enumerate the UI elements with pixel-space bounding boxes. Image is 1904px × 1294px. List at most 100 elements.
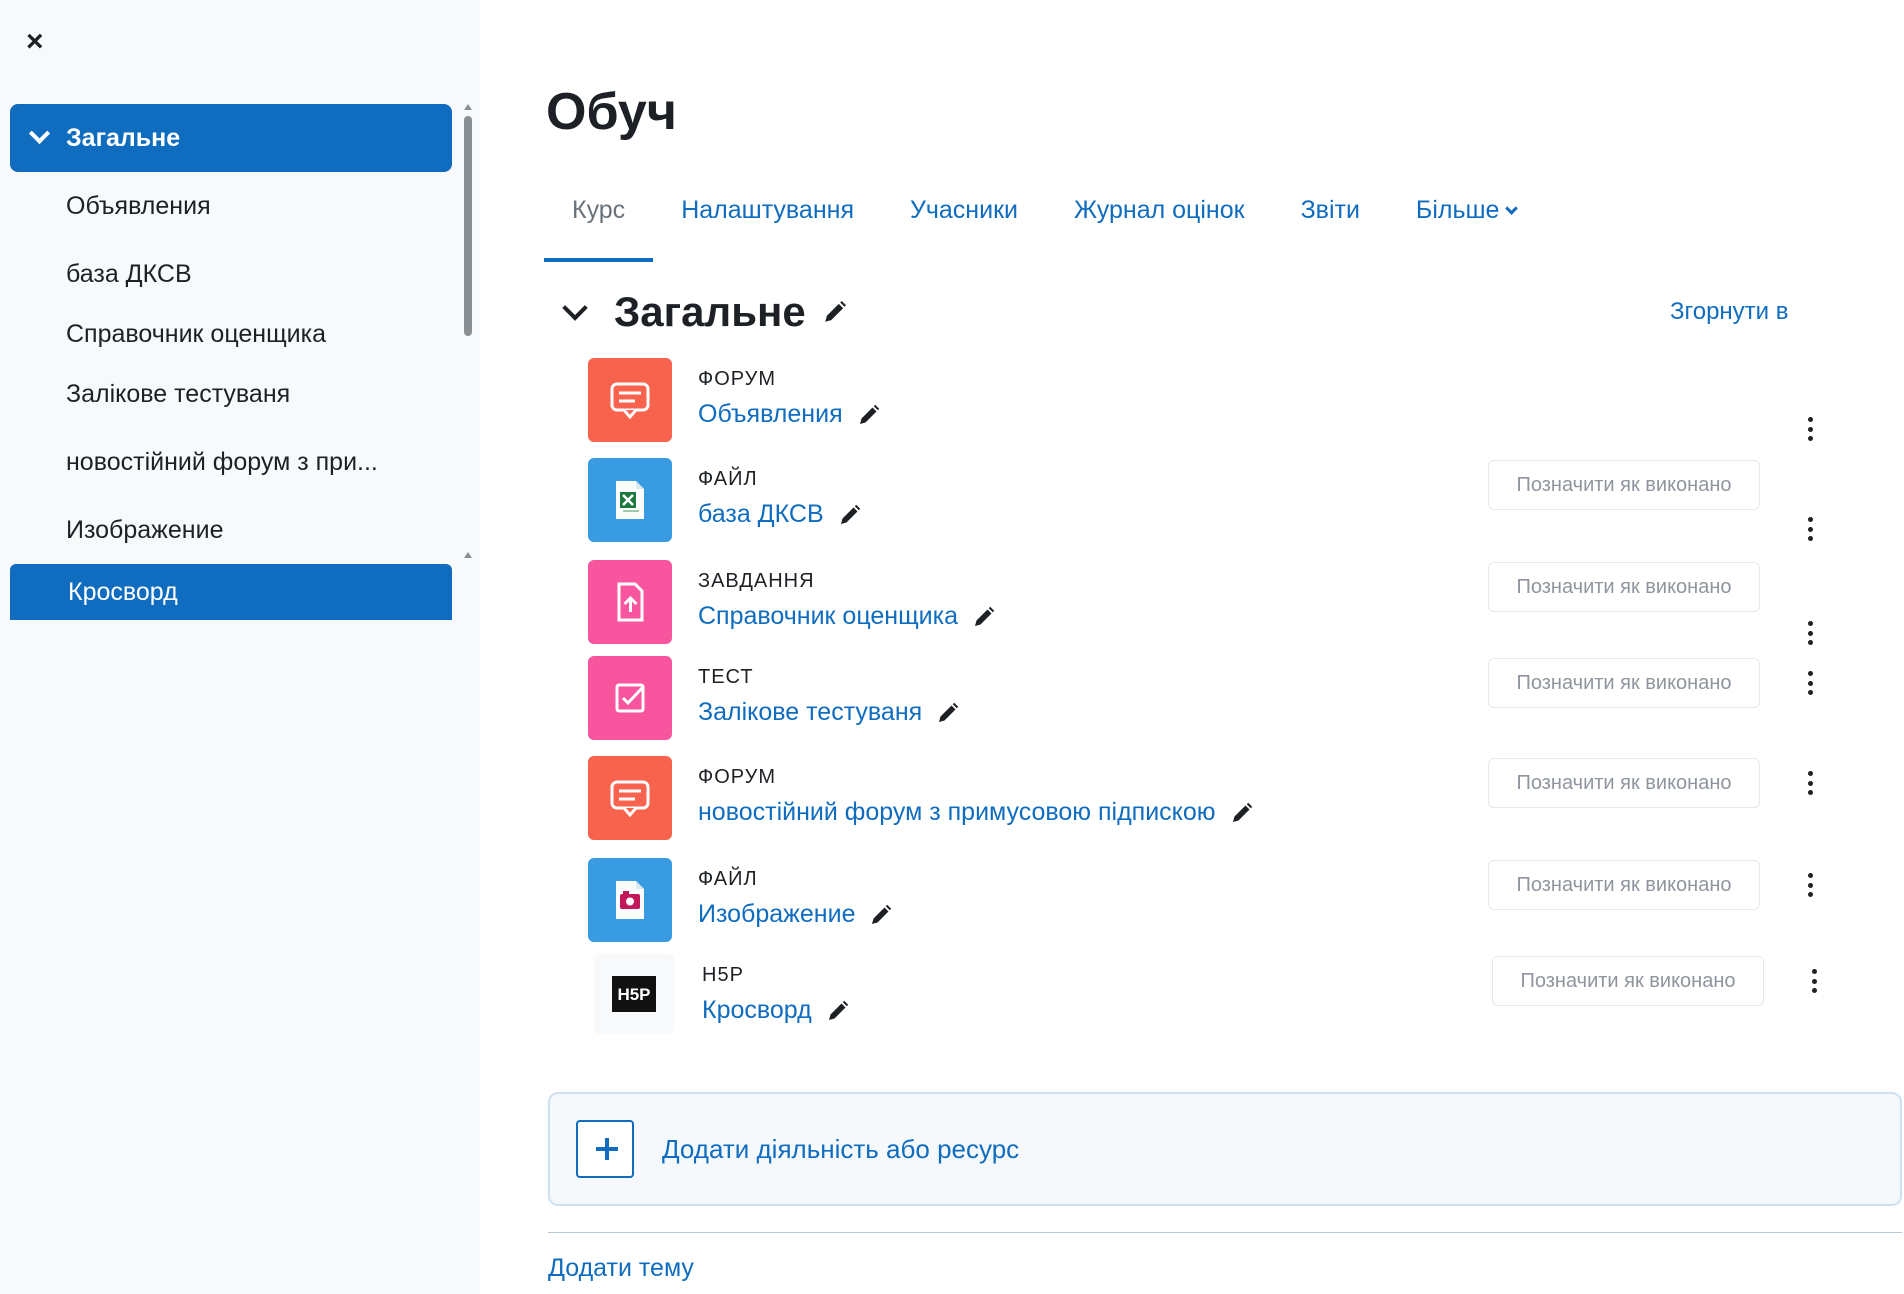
add-activity-button[interactable]: Додати діяльність або ресурс <box>548 1092 1902 1206</box>
add-activity-label: Додати діяльність або ресурс <box>662 1133 1020 1164</box>
main-content: Обуч Курс Налаштування Учасники Журнал о… <box>480 0 1904 1294</box>
edit-pencil-icon[interactable] <box>826 999 850 1023</box>
activity-type: ФОРУМ <box>698 766 777 788</box>
image-file-icon[interactable] <box>588 858 672 942</box>
svg-text:H5P: H5P <box>617 985 650 1004</box>
activity-row: ФОРУМ новостійний форум з примусовою під… <box>588 756 1888 844</box>
collapse-all-link[interactable]: Згорнути в <box>1670 298 1789 326</box>
edit-pencil-icon[interactable] <box>972 605 996 629</box>
scroll-down-icon[interactable] <box>464 552 472 558</box>
scrollbar-thumb[interactable] <box>464 116 472 336</box>
edit-pencil-icon[interactable] <box>1230 801 1254 825</box>
activity-name: Залікове тестуваня <box>698 698 923 726</box>
tab-reports[interactable]: Звіти <box>1273 180 1388 262</box>
course-index-list: Загальне Объявления база ДКСВ Справочник… <box>10 104 452 620</box>
edit-pencil-icon[interactable] <box>822 299 848 325</box>
activity-type: ФОРУМ <box>698 368 777 390</box>
activity-row: ЗАВДАННЯ Справочник оценщика Позначити я… <box>588 560 1888 648</box>
mark-as-done-button[interactable]: Позначити як виконано <box>1488 562 1760 612</box>
activity-menu-icon[interactable] <box>1798 618 1822 648</box>
sidebar-item-label: Изображение <box>66 515 224 544</box>
close-drawer-button[interactable]: × <box>26 27 54 57</box>
sidebar-item-label: Объявления <box>66 191 211 220</box>
edit-pencil-icon[interactable] <box>936 701 960 725</box>
add-topic-link[interactable]: Додати тему <box>548 1254 694 1283</box>
activity-menu-icon[interactable] <box>1798 768 1822 798</box>
mark-as-done-button[interactable]: Позначити як виконано <box>1488 658 1760 708</box>
tab-settings[interactable]: Налаштування <box>653 180 882 262</box>
sidebar-item-appraiser-guide[interactable]: Справочник оценщика <box>10 308 452 360</box>
activity-link[interactable]: Залікове тестуваня <box>698 698 960 727</box>
activity-menu-icon[interactable] <box>1798 870 1822 900</box>
activity-menu-icon[interactable] <box>1798 514 1822 544</box>
activity-menu-icon[interactable] <box>1802 966 1826 996</box>
section-header: Загальне <box>560 284 848 340</box>
sidebar-item-label: Справочник оценщика <box>66 319 327 348</box>
activity-link[interactable]: база ДКСВ <box>698 500 862 529</box>
tab-gradebook[interactable]: Журнал оцінок <box>1046 180 1273 262</box>
activity-row: ФАЙЛ Изображение Позначити як виконано <box>588 858 1888 946</box>
activity-menu-icon[interactable] <box>1798 668 1822 698</box>
sidebar-item-news-forum[interactable]: новостійний форум з при... <box>10 428 452 496</box>
edit-pencil-icon[interactable] <box>838 503 862 527</box>
sidebar-item-label: Загальне <box>66 123 181 152</box>
course-index-drawer: × Загальне Объявления база ДКСВ Справочн… <box>0 0 480 1294</box>
sidebar-item-crossword[interactable]: Кросворд <box>10 564 452 620</box>
activity-name: новостійний форум з примусовою підпискою <box>698 798 1216 826</box>
activity-type: ТЕСТ <box>698 666 754 688</box>
tab-more[interactable]: Більше <box>1388 180 1545 262</box>
sidebar-item-announcements[interactable]: Объявления <box>10 172 452 240</box>
activity-name: Объявления <box>698 400 843 428</box>
sidebar-item-image[interactable]: Изображение <box>10 496 452 564</box>
sidebar-item-label: Залікове тестуваня <box>66 379 291 408</box>
mark-as-done-button[interactable]: Позначити як виконано <box>1488 758 1760 808</box>
edit-pencil-icon[interactable] <box>857 403 881 427</box>
tab-label: Курс <box>572 196 626 224</box>
sidebar-item-general[interactable]: Загальне <box>10 104 452 172</box>
activity-link[interactable]: Справочник оценщика <box>698 602 996 631</box>
forum-icon[interactable] <box>588 358 672 442</box>
activity-link[interactable]: Изображение <box>698 900 893 929</box>
activity-name: Изображение <box>698 900 856 928</box>
activity-menu-icon[interactable] <box>1798 414 1822 444</box>
quiz-icon[interactable] <box>588 656 672 740</box>
h5p-icon[interactable]: H5P <box>594 954 674 1034</box>
activity-name: Справочник оценщика <box>698 602 959 630</box>
activity-type: ФАЙЛ <box>698 468 758 490</box>
mark-as-done-button[interactable]: Позначити як виконано <box>1488 860 1760 910</box>
sidebar-item-dksv-base[interactable]: база ДКСВ <box>10 240 452 308</box>
spreadsheet-file-icon[interactable] <box>588 458 672 542</box>
activity-row: ФОРУМ Объявления <box>588 358 1888 446</box>
sidebar-item-label: база ДКСВ <box>66 259 192 288</box>
mark-as-done-button[interactable]: Позначити як виконано <box>1492 956 1764 1006</box>
tab-participants[interactable]: Учасники <box>882 180 1046 262</box>
activity-link[interactable]: Кросворд <box>702 996 850 1025</box>
collapse-section-icon[interactable] <box>560 297 590 327</box>
activity-name: база ДКСВ <box>698 500 824 528</box>
tab-label: Налаштування <box>681 196 854 224</box>
divider <box>548 1232 1902 1233</box>
activity-row: ФАЙЛ база ДКСВ Позначити як виконано <box>588 458 1888 546</box>
sidebar-item-label: Кросворд <box>68 577 178 606</box>
course-tabs: Курс Налаштування Учасники Журнал оцінок… <box>544 180 1544 262</box>
tab-course[interactable]: Курс <box>544 180 654 262</box>
tab-label: Журнал оцінок <box>1073 196 1245 224</box>
edit-pencil-icon[interactable] <box>869 903 893 927</box>
sidebar-item-label: новостійний форум з при... <box>66 447 378 476</box>
activity-type: H5P <box>702 964 744 986</box>
tab-label: Учасники <box>909 196 1018 224</box>
scroll-up-icon[interactable] <box>464 104 472 110</box>
activity-link[interactable]: новостійний форум з примусовою підпискою <box>698 798 1254 827</box>
sidebar-item-credit-test[interactable]: Залікове тестуваня <box>10 360 452 428</box>
tab-label: Звіти <box>1300 196 1360 224</box>
activity-name: Кросворд <box>702 996 812 1024</box>
activity-link[interactable]: Объявления <box>698 400 881 429</box>
forum-icon[interactable] <box>588 756 672 840</box>
assignment-icon[interactable] <box>588 560 672 644</box>
tab-label: Більше <box>1415 196 1500 224</box>
activity-type: ФАЙЛ <box>698 868 758 890</box>
plus-icon <box>576 1120 634 1178</box>
sidebar-scrollbar[interactable] <box>464 104 472 558</box>
chevron-down-icon <box>1505 202 1519 215</box>
mark-as-done-button[interactable]: Позначити як виконано <box>1488 460 1760 510</box>
